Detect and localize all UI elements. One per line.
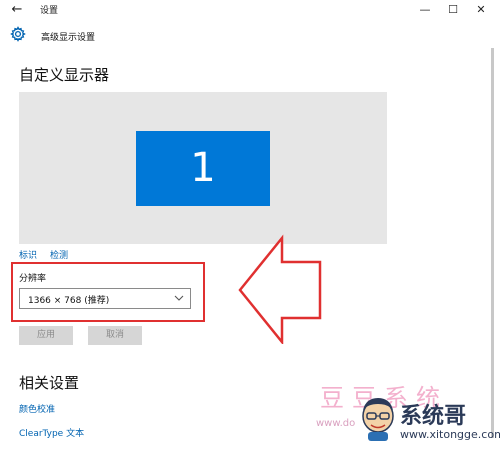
left-arrow-annotation xyxy=(238,234,322,344)
identify-link[interactable]: 标识 xyxy=(19,248,37,261)
detect-link[interactable]: 检测 xyxy=(50,248,68,261)
highlight-box xyxy=(11,262,205,322)
page-title: 自定义显示器 xyxy=(19,66,110,84)
gear-icon xyxy=(10,26,26,42)
window-title: 设置 xyxy=(40,6,59,16)
cancel-button[interactable]: 取消 xyxy=(88,326,142,345)
back-arrow-icon[interactable]: ← xyxy=(8,2,26,18)
title-bar: ← 设置 — ☐ ✕ xyxy=(0,0,500,20)
header-title: 高级显示设置 xyxy=(41,33,96,43)
watermark-url: www.do xyxy=(316,418,356,429)
scrollbar-thumb[interactable] xyxy=(491,48,494,438)
minimize-button[interactable]: — xyxy=(410,0,440,20)
logo-name: 系统哥 xyxy=(400,404,467,429)
cleartype-link[interactable]: ClearType 文本 xyxy=(19,426,84,439)
apply-button[interactable]: 应用 xyxy=(19,326,73,345)
mascot-logo-icon xyxy=(362,398,394,441)
color-calibration-link[interactable]: 颜色校准 xyxy=(19,402,55,415)
maximize-button[interactable]: ☐ xyxy=(438,0,468,20)
close-button[interactable]: ✕ xyxy=(466,0,496,20)
logo-site: www.xitongge.com xyxy=(400,428,500,441)
related-settings-title: 相关设置 xyxy=(19,374,80,392)
monitor-1-tile[interactable]: 1 xyxy=(136,131,270,206)
